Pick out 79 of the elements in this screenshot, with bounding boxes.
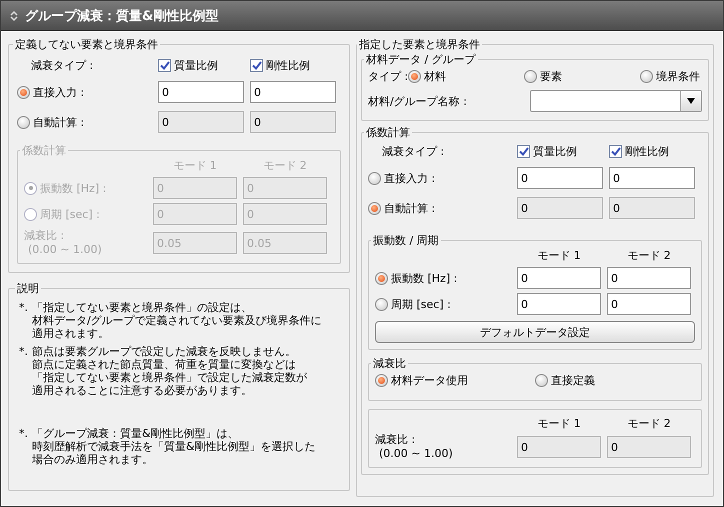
input-field[interactable]: 0 [607, 293, 691, 315]
input-field[interactable]: 0 [250, 81, 336, 103]
note-line: 「指定してない要素と境界条件」で設定した減衰定数が [32, 371, 307, 384]
note-line: 節点は要素グループで設定した減衰を反映しません。 [32, 345, 297, 358]
checkbox-label: 剛性比例 [266, 58, 310, 73]
radio-button[interactable] [375, 272, 388, 284]
radio-label: 材料データ使用 [391, 373, 468, 388]
column-header: モード 1 [536, 248, 582, 263]
checkbox[interactable] [158, 59, 171, 72]
check-icon [252, 61, 262, 70]
checkbox[interactable] [609, 145, 622, 158]
radio-button[interactable] [640, 70, 654, 83]
check-icon [160, 61, 170, 70]
input-field[interactable]: 0 [517, 293, 601, 315]
radio-label: 周期 [sec] : [40, 206, 100, 222]
field-label: 減衰タイプ : [381, 144, 446, 159]
group-title: 定義してない要素と境界条件 [14, 37, 159, 52]
check-icon [518, 147, 528, 156]
field-label: 減衰タイプ : [30, 58, 94, 73]
checkbox[interactable] [517, 145, 530, 158]
note-line: 場合のみ適用されます。 [32, 453, 154, 466]
note-line: 「指定してない要素と境界条件」の設定は、 [32, 301, 253, 314]
note-line: 時刻歴解析で減衰手法を「質量&剛性比例型」を選択した [32, 440, 316, 453]
radio-label: 材料 [424, 69, 446, 84]
radio-button[interactable] [524, 70, 538, 83]
checkbox-label: 剛性比例 [625, 144, 669, 159]
radio-button[interactable] [375, 298, 388, 310]
input-field[interactable]: 0 [607, 267, 691, 289]
bullet-mark: *. [19, 427, 28, 442]
column-header: モード 2 [262, 158, 308, 173]
group-title: 指定した要素と境界条件 [358, 37, 481, 52]
caret-icon[interactable] [687, 98, 695, 104]
radio-label: 直接定義 [551, 373, 595, 388]
radio-label: 振動数 [Hz] : [40, 180, 106, 196]
default-data-button[interactable]: デフォルトデータ設定 [375, 321, 695, 343]
field-label: 減衰比 : [24, 229, 66, 243]
radio-label: 周期 [sec] : [391, 296, 451, 312]
window-title: グループ減衰：質量&剛性比例型 [25, 8, 218, 24]
check-icon [610, 147, 620, 156]
range-hint: (0.00 ~ 1.00) [378, 447, 454, 461]
column-header: モード 2 [626, 416, 672, 431]
note-line: 節点に定義された節点質量、荷重を質量に変換などは [32, 358, 297, 371]
bullet-mark: *. [19, 345, 28, 360]
field-label: 減衰比 : [375, 433, 416, 447]
note-line: 適用されます。 [32, 327, 110, 340]
input-field[interactable]: 0 [517, 267, 601, 289]
radio-button[interactable] [408, 70, 422, 83]
input-field[interactable]: 0 [609, 167, 695, 189]
group-title: 振動数 / 周期 [372, 233, 440, 248]
note-line: 「グループ減衰：質量&剛性比例型」は、 [32, 427, 240, 440]
range-hint: (0.00 ~ 1.00) [27, 243, 103, 257]
group-title: 説明 [16, 281, 40, 296]
chevrons-icon[interactable] [9, 10, 19, 22]
radio-label: 直接入力 : [33, 84, 84, 100]
column-header: モード 1 [536, 416, 582, 431]
group-title: 材料データ / グループ [365, 52, 477, 67]
checkbox[interactable] [250, 59, 263, 72]
radio-label: 振動数 [Hz] : [391, 270, 458, 286]
note-line: 材料データ/グループで定義されてない要素及び境界条件に [32, 314, 322, 327]
radio-label: 境界条件 [656, 69, 700, 84]
radio-label: 自動計算 : [33, 114, 84, 130]
radio-button[interactable] [17, 86, 30, 98]
group-title: 減衰比 [372, 356, 407, 371]
checkbox-label: 質量比例 [174, 58, 218, 73]
column-header: モード 2 [626, 248, 672, 263]
input-field[interactable]: 0 [517, 167, 603, 189]
radio-label: 自動計算 : [384, 200, 436, 216]
column-header: モード 1 [172, 158, 218, 173]
bullet-mark: *. [19, 301, 28, 316]
radio-label: 要素 [540, 69, 562, 84]
checkbox-label: 質量比例 [533, 144, 577, 159]
radio-button[interactable] [368, 172, 381, 184]
field-label: 材料/グループ名称 : [368, 94, 467, 108]
input-field[interactable]: 0 [158, 81, 244, 103]
field-label: タイプ : [368, 69, 408, 84]
note-line: 適用されることに注意する必要があります。 [32, 384, 253, 397]
radio-label: 直接入力 : [384, 170, 436, 186]
group-title: 係数計算 [365, 125, 411, 140]
group-title: 係数計算 [21, 143, 67, 158]
